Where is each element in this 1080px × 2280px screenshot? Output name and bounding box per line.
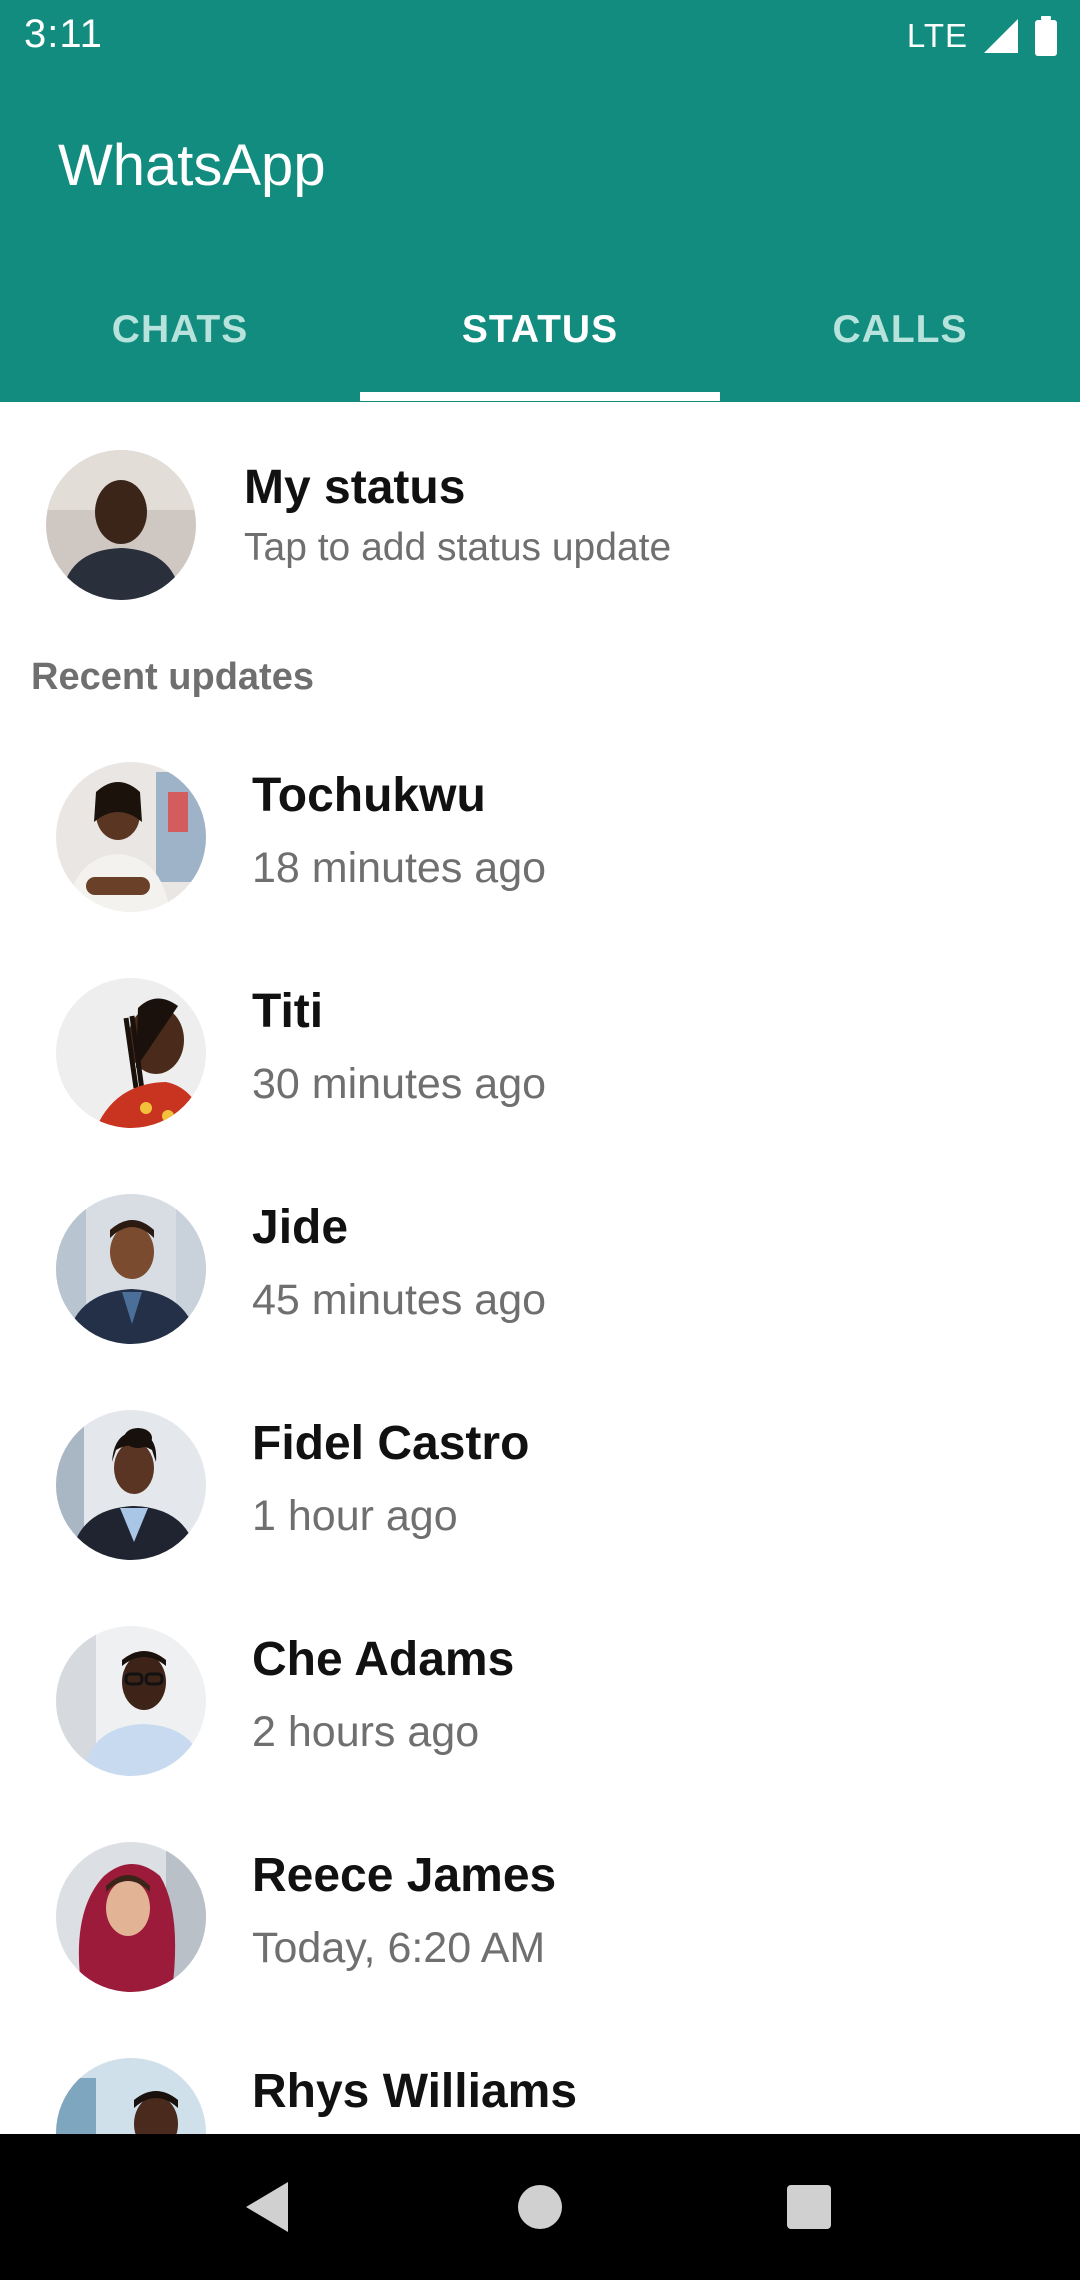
status-row-tochukwu[interactable]: Tochukwu 18 minutes ago: [0, 740, 1080, 956]
status-time: 2 hours ago: [252, 1708, 480, 1756]
contact-name: Jide: [252, 1201, 349, 1254]
status-time: 1 hour ago: [252, 1492, 458, 1540]
battery-icon: [1034, 16, 1058, 56]
status-time: 45 minutes ago: [252, 1276, 547, 1324]
my-status-avatar[interactable]: [46, 450, 196, 600]
status-row-che-adams[interactable]: Che Adams 2 hours ago: [0, 1604, 1080, 1820]
app-header: 3:11 LTE WhatsApp CHATS STATUS CALLS: [0, 0, 1080, 402]
avatar: [56, 1410, 206, 1560]
contact-name: Che Adams: [252, 1633, 515, 1686]
system-icons: LTE: [907, 14, 1058, 58]
tab-chats-label: CHATS: [111, 308, 249, 351]
status-row-reece-james[interactable]: Reece James Today, 6:20 AM: [0, 1820, 1080, 2036]
my-status-title: My status: [244, 461, 466, 514]
recent-updates-list: Tochukwu 18 minutes ago Titi 30 minutes …: [0, 740, 1080, 2252]
contact-name: Tochukwu: [252, 769, 486, 822]
avatar: [56, 978, 206, 1128]
clock: 3:11: [24, 12, 103, 56]
tab-chats[interactable]: CHATS: [0, 288, 360, 402]
tab-calls[interactable]: CALLS: [720, 288, 1080, 402]
status-time: 18 minutes ago: [252, 844, 547, 892]
status-row-titi[interactable]: Titi 30 minutes ago: [0, 956, 1080, 1172]
app-screen: 3:11 LTE WhatsApp CHATS STATUS CALLS My …: [0, 0, 1080, 2280]
app-title: WhatsApp: [58, 133, 326, 198]
tab-calls-label: CALLS: [832, 308, 968, 351]
contact-name: Titi: [252, 985, 324, 1038]
status-time: 30 minutes ago: [252, 1060, 547, 1108]
active-tab-indicator: [360, 392, 720, 401]
tab-bar: CHATS STATUS CALLS: [0, 288, 1080, 402]
avatar: [56, 762, 206, 912]
system-status-bar: 3:11 LTE: [0, 0, 1080, 72]
system-navigation-bar: [0, 2134, 1080, 2280]
status-time: Today, 6:20 AM: [252, 1924, 546, 1972]
recents-icon[interactable]: [774, 2172, 844, 2242]
my-status-subtitle: Tap to add status update: [244, 526, 672, 569]
avatar: [56, 1626, 206, 1776]
recent-updates-header: Recent updates: [31, 656, 314, 698]
status-row-fidel-castro[interactable]: Fidel Castro 1 hour ago: [0, 1388, 1080, 1604]
contact-name: Rhys Williams: [252, 2065, 578, 2118]
back-icon[interactable]: [232, 2172, 302, 2242]
my-status-row[interactable]: My status Tap to add status update: [0, 420, 1080, 620]
network-type: LTE: [906, 17, 968, 54]
status-row-jide[interactable]: Jide 45 minutes ago: [0, 1172, 1080, 1388]
avatar: [56, 1842, 206, 1992]
home-icon[interactable]: [505, 2172, 575, 2242]
avatar: [56, 1194, 206, 1344]
contact-name: Fidel Castro: [252, 1417, 530, 1470]
tab-status[interactable]: STATUS: [360, 288, 720, 402]
tab-status-label: STATUS: [461, 308, 619, 351]
contact-name: Reece James: [252, 1849, 557, 1902]
signal-icon: [982, 17, 1020, 55]
